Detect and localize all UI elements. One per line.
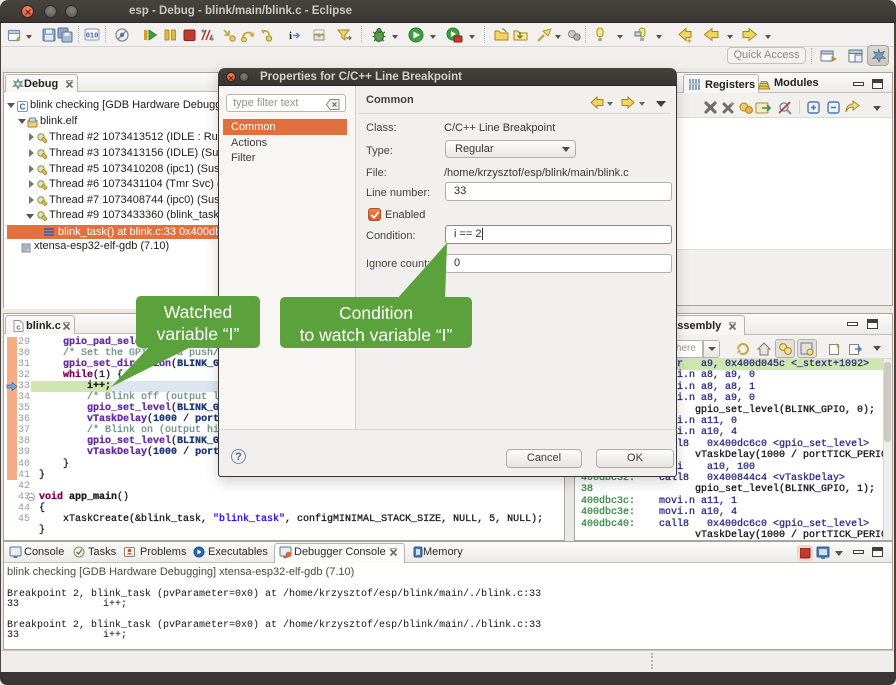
svg-text:010: 010 <box>86 33 99 41</box>
svg-text:C: C <box>20 103 26 112</box>
svg-text:i: i <box>289 30 292 42</box>
svg-text:c: c <box>16 323 20 332</box>
